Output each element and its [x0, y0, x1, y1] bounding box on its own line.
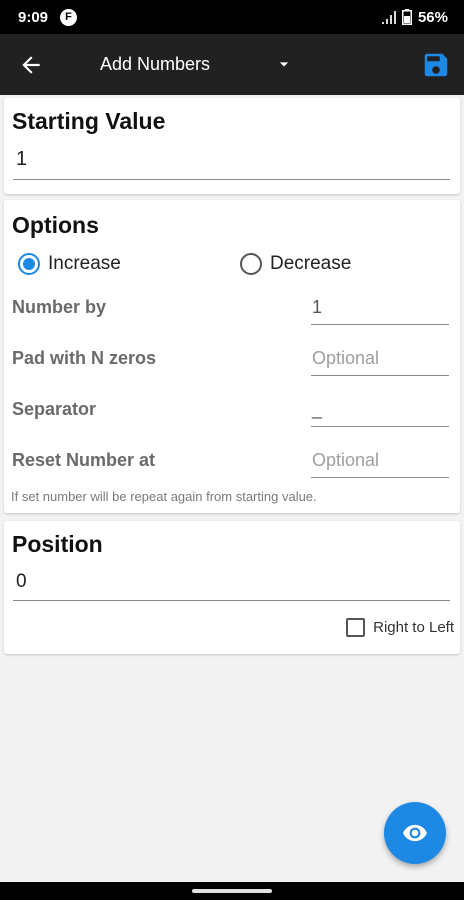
battery-percent: 56%	[417, 8, 448, 26]
app-toolbar: Add Numbers	[0, 34, 464, 95]
radio-decrease[interactable]: Decrease	[240, 253, 351, 275]
starting-value-title: Starting Value	[12, 108, 166, 134]
signal-icon	[381, 11, 396, 24]
caret-down-icon[interactable]	[274, 54, 294, 74]
position-title: Position	[12, 531, 103, 557]
number-by-input[interactable]: 1	[311, 297, 449, 325]
toolbar-title[interactable]: Add Numbers	[100, 54, 210, 75]
battery-icon	[401, 9, 412, 25]
position-card: Position 0 Right to Left	[4, 521, 460, 654]
back-arrow-icon[interactable]	[18, 52, 44, 78]
reset-number-label: Reset Number at	[12, 450, 156, 470]
eye-icon	[403, 824, 427, 842]
starting-value-input[interactable]: 1	[13, 148, 450, 180]
position-input[interactable]: 0	[13, 571, 450, 601]
pad-zeros-label: Pad with N zeros	[12, 348, 157, 368]
number-by-label: Number by	[12, 297, 107, 317]
options-title: Options	[12, 212, 99, 238]
app-badge-icon: F	[60, 8, 78, 26]
radio-increase[interactable]: Increase	[18, 253, 121, 275]
starting-value-card: Starting Value 1	[4, 98, 460, 194]
radio-decrease-indicator[interactable]	[240, 253, 262, 275]
options-card: Options Increase Decrease Number by 1 Pa…	[4, 200, 460, 513]
radio-decrease-label: Decrease	[270, 253, 352, 274]
reset-number-input[interactable]: Optional	[311, 450, 449, 478]
separator-label: Separator	[12, 399, 97, 419]
right-to-left-checkbox[interactable]	[346, 618, 366, 637]
right-to-left-option[interactable]: Right to Left	[346, 618, 454, 637]
right-to-left-label: Right to Left	[373, 619, 454, 636]
status-time: 9:09	[18, 8, 49, 26]
radio-increase-label: Increase	[48, 253, 121, 274]
radio-increase-indicator[interactable]	[18, 253, 40, 275]
separator-input[interactable]: _	[311, 399, 449, 427]
system-nav-bar	[0, 882, 464, 900]
status-bar: 9:09 F 56%	[0, 0, 464, 34]
home-indicator[interactable]	[192, 889, 272, 893]
pad-zeros-input[interactable]: Optional	[311, 348, 449, 376]
preview-fab-button[interactable]	[384, 802, 446, 864]
reset-hint-text: If set number will be repeat again from …	[11, 489, 317, 504]
save-button[interactable]	[421, 50, 451, 80]
